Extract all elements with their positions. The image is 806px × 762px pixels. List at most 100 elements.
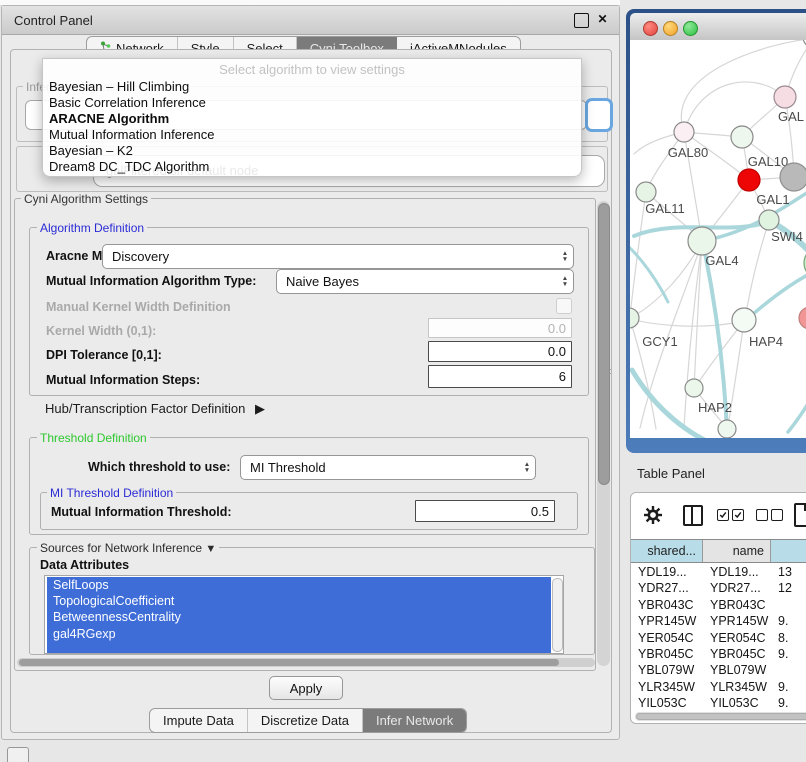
manual-kernel-width-checkbox[interactable] (556, 298, 572, 314)
aracne-mode-combobox[interactable]: Discovery ▲▼ (102, 244, 574, 269)
collapse-panel-button[interactable] (7, 747, 29, 762)
node-swi4-label: SWI4 (771, 229, 803, 244)
settings-vertical-scrollbar[interactable] (597, 201, 610, 666)
node-gal1[interactable] (738, 169, 760, 191)
unchecked-pair-icon[interactable] (756, 509, 783, 521)
column-header[interactable] (771, 540, 806, 562)
attribute-list-item[interactable]: gal4RGexp (47, 626, 551, 642)
aracne-mode-value: Discovery (103, 249, 557, 264)
algorithm-option[interactable]: Bayesian – K2 (45, 143, 579, 159)
node-gray[interactable] (780, 163, 806, 191)
table-row[interactable]: YPR145WYPR145W9. (631, 614, 806, 630)
node-gal10-label: GAL10 (748, 154, 788, 169)
attribute-list-item[interactable]: BetweennessCentrality (47, 609, 551, 625)
node-gal4[interactable] (688, 227, 716, 255)
cyni-bottom-tabbar: Impute Data Discretize Data Infer Network (149, 708, 467, 733)
dpi-tolerance-input[interactable] (428, 341, 572, 362)
float-panel-icon[interactable] (574, 13, 589, 28)
bottom-tab-discretize-data[interactable]: Discretize Data (248, 709, 363, 732)
table-row[interactable]: YDR27...YDR27...12 (631, 581, 806, 597)
node-hap4[interactable] (732, 308, 756, 332)
node-gal-pink[interactable] (774, 86, 796, 108)
node-gal10[interactable] (731, 126, 753, 148)
table-cell: 9. (778, 696, 806, 710)
split-columns-icon[interactable] (683, 505, 703, 526)
table-cell: 13 (778, 565, 806, 579)
bottom-tab-infer-network[interactable]: Infer Network (363, 709, 466, 732)
checked-pair-icon[interactable] (717, 509, 744, 521)
algorithm-dropdown-placeholder: Select algorithm to view settings (43, 62, 581, 77)
table-cell: YLR345W (638, 680, 702, 694)
panel-splitter-handle[interactable]: ·· (609, 368, 614, 377)
dpi-tolerance-label: DPI Tolerance [0,1]: (46, 348, 162, 362)
node-gal80[interactable] (674, 122, 694, 142)
attribute-list-item[interactable]: TopologicalCoefficient (47, 593, 551, 609)
document-icon[interactable] (794, 503, 806, 527)
node-gcy1[interactable] (630, 308, 639, 328)
table-row[interactable]: YDL19...YDL19...13 (631, 565, 806, 581)
mi-steps-label: Mutual Information Steps: (46, 373, 200, 387)
settings-horizontal-scrollbar[interactable] (17, 658, 595, 667)
bottom-tab-impute-data[interactable]: Impute Data (150, 709, 248, 732)
table-row[interactable]: YBL079WYBL079W (631, 663, 806, 679)
algorithm-option[interactable]: ARACNE Algorithm (45, 111, 579, 127)
attribute-list-item[interactable]: SelfLoops (47, 577, 551, 593)
mi-algorithm-type-combobox[interactable]: Naive Bayes ▲▼ (276, 269, 574, 294)
which-threshold-combobox[interactable]: MI Threshold ▲▼ (240, 455, 536, 480)
node-salmon[interactable] (799, 307, 806, 329)
table-row[interactable]: YBR043CYBR043C (631, 598, 806, 614)
manual-kernel-width-label: Manual Kernel Width Definition (46, 300, 231, 314)
table-cell: YBL079W (638, 663, 702, 677)
sources-title-text: Sources for Network Inference (40, 541, 202, 555)
gear-icon[interactable] (643, 505, 663, 525)
algorithm-option[interactable]: Basic Correlation Inference (45, 95, 579, 111)
apply-button[interactable]: Apply (269, 676, 343, 700)
network-window-titlebar[interactable] (630, 13, 806, 41)
app-root: Control Panel ✕ NetworkStyleSelectCyni T… (0, 0, 806, 762)
node-hap2[interactable] (685, 379, 703, 397)
sources-group-title[interactable]: Sources for Network Inference ▼ (37, 541, 219, 555)
hub-definition-toggle[interactable]: Hub/Transcription Factor Definition ▶ (45, 401, 265, 417)
close-traffic-light[interactable] (643, 21, 658, 36)
network-edge (788, 384, 806, 432)
node-bottom-partial[interactable] (718, 420, 736, 438)
mi-steps-input[interactable] (428, 365, 572, 388)
table-row[interactable]: YBR045CYBR045C9. (631, 647, 806, 663)
node-gal11[interactable] (636, 182, 656, 202)
algorithm-select-focus-stepper[interactable] (585, 98, 613, 132)
column-header[interactable]: name (703, 540, 771, 562)
table-rows: YDL19...YDL19...13YDR27...YDR27...12YBR0… (631, 563, 806, 711)
minimize-traffic-light[interactable] (663, 21, 678, 36)
column-header[interactable]: shared... (631, 540, 703, 562)
table-cell: YDR27... (710, 581, 770, 595)
table-row[interactable]: YER054CYER054C8. (631, 631, 806, 647)
table-horizontal-scrollbar[interactable] (635, 712, 806, 721)
table-row[interactable]: YIL053CYIL053C9. (631, 696, 806, 711)
table-header-row: shared...name (631, 539, 806, 563)
close-panel-icon[interactable]: ✕ (596, 13, 609, 26)
algorithm-option[interactable]: Mutual Information Inference (45, 127, 579, 143)
table-cell: YDR27... (638, 581, 702, 595)
tab-label: Infer Network (376, 713, 453, 728)
control-panel-titlebar[interactable]: Control Panel ✕ (2, 6, 619, 35)
mi-threshold-group: MI Threshold Definition Mutual Informati… (40, 492, 578, 530)
node-swi4[interactable] (759, 210, 779, 230)
algorithm-dropdown-popup: Select algorithm to view settings Bayesi… (42, 58, 582, 177)
algorithm-option[interactable]: Bayesian – Hill Climbing (45, 79, 579, 95)
sources-group: Sources for Network Inference ▼ Data Att… (29, 547, 595, 655)
kernel-width-input[interactable] (428, 318, 572, 338)
zoom-traffic-light[interactable] (683, 21, 698, 36)
algorithm-option[interactable]: Dream8 DC_TDC Algorithm (45, 159, 579, 175)
list-scrollbar[interactable] (552, 578, 563, 652)
table-cell: YBR043C (638, 598, 702, 612)
mi-threshold-input[interactable] (415, 500, 555, 522)
tab-label: Discretize Data (261, 713, 349, 728)
table-cell: YPR145W (638, 614, 702, 628)
table-cell: YDL19... (710, 565, 770, 579)
mi-algorithm-type-value: Naive Bayes (277, 274, 557, 289)
data-attributes-list[interactable]: SelfLoopsTopologicalCoefficientBetweenne… (44, 575, 564, 654)
threshold-definition-group: Threshold Definition Which threshold to … (29, 437, 589, 535)
network-canvas[interactable]: GALGAL80GAL10GAL1GAL11SWI4GAL4GCY1HAP4YH… (630, 40, 806, 438)
table-row[interactable]: YLR345WYLR345W9. (631, 680, 806, 696)
network-view-window[interactable]: GALGAL80GAL10GAL1GAL11SWI4GAL4GCY1HAP4YH… (626, 9, 806, 453)
